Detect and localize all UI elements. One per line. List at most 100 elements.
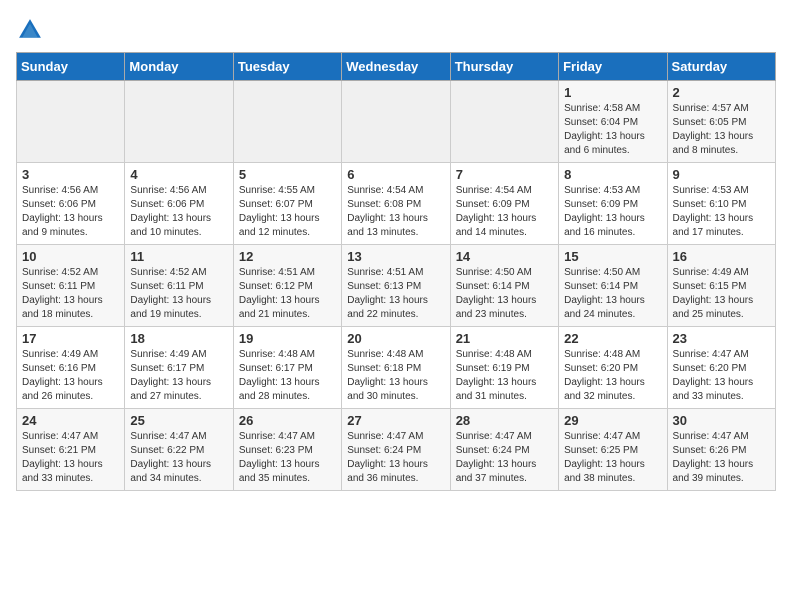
calendar-cell: 7Sunrise: 4:54 AM Sunset: 6:09 PM Daylig…: [450, 163, 558, 245]
calendar-week-row: 17 Sunrise: 4:49 AM Sunset: 6:16 PM Dayli…: [17, 327, 776, 409]
day-info: Sunrise: 4:48 AM Sunset: 6:19 PM Dayligh…: [456, 348, 553, 404]
day-number: 10: [22, 249, 119, 264]
calendar-cell: 22 Sunrise: 4:48 AM Sunset: 6:20 PM Dayli…: [559, 327, 667, 409]
day-number: 4: [130, 167, 227, 182]
day-info: Sunrise: 4:48 AM Sunset: 6:18 PM Dayligh…: [347, 348, 444, 404]
day-number: 29: [564, 413, 661, 428]
day-number: 23: [673, 331, 770, 346]
day-number: 1: [564, 85, 661, 100]
day-number: 20: [347, 331, 444, 346]
weekday-header-tuesday: Tuesday: [233, 53, 341, 81]
day-info: Sunrise: 4:47 AM Sunset: 6:21 PM Dayligh…: [22, 430, 119, 486]
day-number: 16: [673, 249, 770, 264]
day-number: 26: [239, 413, 336, 428]
calendar-cell: 26 Sunrise: 4:47 AM Sunset: 6:23 PM Dayli…: [233, 409, 341, 491]
day-number: 12: [239, 249, 336, 264]
day-info: Sunrise: 4:58 AM Sunset: 6:04 PM Dayligh…: [564, 102, 661, 158]
calendar-cell: 4Sunrise: 4:56 AM Sunset: 6:06 PM Daylig…: [125, 163, 233, 245]
day-info: Sunrise: 4:47 AM Sunset: 6:22 PM Dayligh…: [130, 430, 227, 486]
day-info: Sunrise: 4:48 AM Sunset: 6:20 PM Dayligh…: [564, 348, 661, 404]
calendar-cell: 16 Sunrise: 4:49 AM Sunset: 6:15 PM Dayli…: [667, 245, 775, 327]
day-info: Sunrise: 4:49 AM Sunset: 6:16 PM Dayligh…: [22, 348, 119, 404]
weekday-header-thursday: Thursday: [450, 53, 558, 81]
calendar-cell: 5 Sunrise: 4:55 AM Sunset: 6:07 PM Daylig…: [233, 163, 341, 245]
calendar-cell: 3 Sunrise: 4:56 AM Sunset: 6:06 PM Daylig…: [17, 163, 125, 245]
calendar-cell: 10 Sunrise: 4:52 AM Sunset: 6:11 PM Dayli…: [17, 245, 125, 327]
calendar-cell: 27 Sunrise: 4:47 AM Sunset: 6:24 PM Dayli…: [342, 409, 450, 491]
calendar-cell: 30 Sunrise: 4:47 AM Sunset: 6:26 PM Dayli…: [667, 409, 775, 491]
day-number: 14: [456, 249, 553, 264]
logo-icon: [16, 16, 44, 44]
calendar-cell: 24 Sunrise: 4:47 AM Sunset: 6:21 PM Dayli…: [17, 409, 125, 491]
calendar-cell: 2 Sunrise: 4:57 AM Sunset: 6:05 PM Daylig…: [667, 81, 775, 163]
calendar-cell: 25 Sunrise: 4:47 AM Sunset: 6:22 PM Dayli…: [125, 409, 233, 491]
day-number: 28: [456, 413, 553, 428]
day-number: 7: [456, 167, 553, 182]
day-number: 24: [22, 413, 119, 428]
calendar-cell: 12 Sunrise: 4:51 AM Sunset: 6:12 PM Dayli…: [233, 245, 341, 327]
calendar-week-row: 3 Sunrise: 4:56 AM Sunset: 6:06 PM Daylig…: [17, 163, 776, 245]
day-info: Sunrise: 4:49 AM Sunset: 6:17 PM Dayligh…: [130, 348, 227, 404]
calendar-cell: 21Sunrise: 4:48 AM Sunset: 6:19 PM Dayli…: [450, 327, 558, 409]
logo: [16, 16, 48, 44]
day-number: 30: [673, 413, 770, 428]
day-info: Sunrise: 4:52 AM Sunset: 6:11 PM Dayligh…: [22, 266, 119, 322]
day-number: 25: [130, 413, 227, 428]
day-info: Sunrise: 4:47 AM Sunset: 6:24 PM Dayligh…: [347, 430, 444, 486]
day-number: 11: [130, 249, 227, 264]
day-number: 6: [347, 167, 444, 182]
weekday-header-friday: Friday: [559, 53, 667, 81]
day-info: Sunrise: 4:49 AM Sunset: 6:15 PM Dayligh…: [673, 266, 770, 322]
calendar-cell: 20 Sunrise: 4:48 AM Sunset: 6:18 PM Dayli…: [342, 327, 450, 409]
day-number: 13: [347, 249, 444, 264]
day-info: Sunrise: 4:47 AM Sunset: 6:20 PM Dayligh…: [673, 348, 770, 404]
day-info: Sunrise: 4:56 AM Sunset: 6:06 PM Dayligh…: [22, 184, 119, 240]
day-info: Sunrise: 4:47 AM Sunset: 6:24 PM Dayligh…: [456, 430, 553, 486]
weekday-header-wednesday: Wednesday: [342, 53, 450, 81]
day-number: 17: [22, 331, 119, 346]
day-info: Sunrise: 4:51 AM Sunset: 6:12 PM Dayligh…: [239, 266, 336, 322]
day-info: Sunrise: 4:47 AM Sunset: 6:23 PM Dayligh…: [239, 430, 336, 486]
day-number: 19: [239, 331, 336, 346]
day-info: Sunrise: 4:50 AM Sunset: 6:14 PM Dayligh…: [564, 266, 661, 322]
calendar-cell: [233, 81, 341, 163]
day-info: Sunrise: 4:47 AM Sunset: 6:25 PM Dayligh…: [564, 430, 661, 486]
calendar-week-row: 1 Sunrise: 4:58 AM Sunset: 6:04 PM Daylig…: [17, 81, 776, 163]
day-info: Sunrise: 4:53 AM Sunset: 6:09 PM Dayligh…: [564, 184, 661, 240]
day-info: Sunrise: 4:48 AM Sunset: 6:17 PM Dayligh…: [239, 348, 336, 404]
calendar-cell: 1 Sunrise: 4:58 AM Sunset: 6:04 PM Daylig…: [559, 81, 667, 163]
calendar-week-row: 24 Sunrise: 4:47 AM Sunset: 6:21 PM Dayli…: [17, 409, 776, 491]
calendar-cell: 23 Sunrise: 4:47 AM Sunset: 6:20 PM Dayli…: [667, 327, 775, 409]
calendar-cell: 9 Sunrise: 4:53 AM Sunset: 6:10 PM Daylig…: [667, 163, 775, 245]
header: [16, 16, 776, 44]
day-info: Sunrise: 4:53 AM Sunset: 6:10 PM Dayligh…: [673, 184, 770, 240]
calendar-cell: 13 Sunrise: 4:51 AM Sunset: 6:13 PM Dayli…: [342, 245, 450, 327]
calendar-cell: 19 Sunrise: 4:48 AM Sunset: 6:17 PM Dayli…: [233, 327, 341, 409]
day-number: 27: [347, 413, 444, 428]
day-info: Sunrise: 4:55 AM Sunset: 6:07 PM Dayligh…: [239, 184, 336, 240]
calendar-header-row: SundayMondayTuesdayWednesdayThursdayFrid…: [17, 53, 776, 81]
calendar-cell: 15 Sunrise: 4:50 AM Sunset: 6:14 PM Dayli…: [559, 245, 667, 327]
day-number: 22: [564, 331, 661, 346]
day-number: 15: [564, 249, 661, 264]
calendar-cell: 28 Sunrise: 4:47 AM Sunset: 6:24 PM Dayli…: [450, 409, 558, 491]
calendar-cell: [342, 81, 450, 163]
calendar-cell: 11Sunrise: 4:52 AM Sunset: 6:11 PM Dayli…: [125, 245, 233, 327]
calendar-cell: 29 Sunrise: 4:47 AM Sunset: 6:25 PM Dayli…: [559, 409, 667, 491]
day-number: 5: [239, 167, 336, 182]
calendar: SundayMondayTuesdayWednesdayThursdayFrid…: [16, 52, 776, 491]
weekday-header-saturday: Saturday: [667, 53, 775, 81]
day-info: Sunrise: 4:50 AM Sunset: 6:14 PM Dayligh…: [456, 266, 553, 322]
day-number: 2: [673, 85, 770, 100]
calendar-cell: 18 Sunrise: 4:49 AM Sunset: 6:17 PM Dayli…: [125, 327, 233, 409]
day-number: 9: [673, 167, 770, 182]
day-info: Sunrise: 4:47 AM Sunset: 6:26 PM Dayligh…: [673, 430, 770, 486]
day-number: 3: [22, 167, 119, 182]
calendar-cell: [17, 81, 125, 163]
calendar-cell: 6 Sunrise: 4:54 AM Sunset: 6:08 PM Daylig…: [342, 163, 450, 245]
day-info: Sunrise: 4:57 AM Sunset: 6:05 PM Dayligh…: [673, 102, 770, 158]
day-number: 18: [130, 331, 227, 346]
calendar-cell: [450, 81, 558, 163]
day-info: Sunrise: 4:51 AM Sunset: 6:13 PM Dayligh…: [347, 266, 444, 322]
day-info: Sunrise: 4:54 AM Sunset: 6:08 PM Dayligh…: [347, 184, 444, 240]
